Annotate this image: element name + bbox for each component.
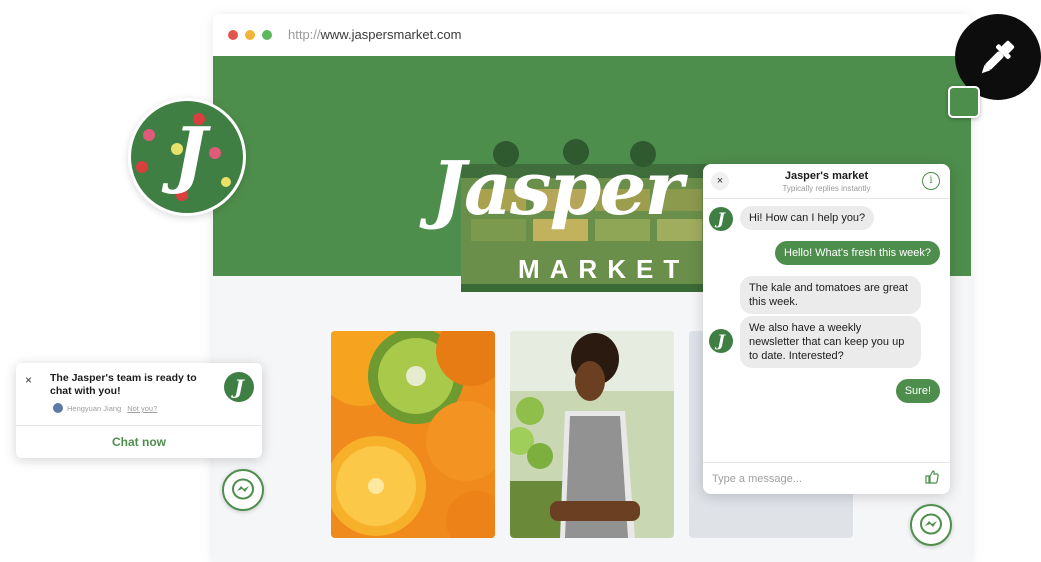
close-icon[interactable]: × bbox=[25, 373, 32, 387]
brand-avatar: J bbox=[224, 372, 254, 402]
chat-header: × Jasper's market Typically replies inst… bbox=[703, 164, 950, 199]
message-input-placeholder: Type a message... bbox=[712, 473, 802, 485]
badge-letter: J bbox=[173, 111, 208, 196]
window-maximize-dot[interactable] bbox=[262, 30, 272, 40]
messenger-icon bbox=[920, 513, 942, 535]
message-bubble: The kale and tomatoes are great this wee… bbox=[740, 276, 921, 314]
fruit-decoration bbox=[209, 147, 221, 159]
messenger-icon bbox=[232, 478, 254, 500]
message-bubble: Sure! bbox=[895, 379, 940, 403]
thumbs-up-icon[interactable] bbox=[924, 469, 940, 490]
divider bbox=[16, 425, 262, 426]
chat-invite-card: × The Jasper's team is ready to chat wit… bbox=[16, 363, 262, 458]
window-minimize-dot[interactable] bbox=[245, 30, 255, 40]
browser-titlebar: http://www.jaspersmarket.com bbox=[213, 14, 971, 56]
url-protocol: http:// bbox=[288, 27, 321, 42]
bot-avatar: J bbox=[709, 207, 733, 231]
citrus-photo bbox=[331, 331, 495, 538]
info-icon[interactable]: i bbox=[922, 172, 940, 190]
user-name: Hengyuan Jiang bbox=[67, 404, 122, 413]
shopper-photo-card[interactable] bbox=[510, 331, 674, 538]
bot-avatar: J bbox=[709, 329, 733, 353]
user-meta: Hengyuan Jiang Not you? bbox=[53, 403, 157, 413]
message-bubble: Hi! How can I help you? bbox=[740, 206, 875, 230]
color-swatch[interactable] bbox=[948, 86, 980, 118]
chat-now-button[interactable]: Chat now bbox=[16, 435, 262, 449]
fruit-decoration bbox=[221, 177, 231, 187]
messenger-chat-panel: × Jasper's market Typically replies inst… bbox=[703, 164, 950, 494]
citrus-photo-card[interactable] bbox=[331, 331, 495, 538]
fruit-decoration bbox=[143, 129, 155, 141]
url-host: www.jaspersmarket.com bbox=[320, 27, 462, 42]
hero-logo-subtitle: MARKET bbox=[518, 254, 690, 284]
chat-title: Jasper's market bbox=[784, 170, 869, 182]
window-close-dot[interactable] bbox=[228, 30, 238, 40]
message-bubble: We also have a weekly newsletter that ca… bbox=[740, 316, 921, 368]
message-bubble: Hello! What's fresh this week? bbox=[775, 241, 940, 265]
user-avatar-icon bbox=[53, 403, 63, 413]
fruit-decoration bbox=[136, 161, 148, 173]
chat-subtitle: Typically replies instantly bbox=[782, 184, 871, 193]
message-input[interactable]: Type a message... bbox=[703, 462, 950, 494]
address-bar[interactable]: http://www.jaspersmarket.com bbox=[288, 27, 461, 42]
hero-logo-word: Jasper bbox=[431, 146, 683, 232]
brand-badge: J bbox=[128, 98, 246, 216]
invite-message: The Jasper's team is ready to chat with … bbox=[50, 372, 197, 397]
not-you-link[interactable]: Not you? bbox=[127, 404, 157, 413]
messenger-button[interactable] bbox=[910, 504, 952, 546]
messenger-button[interactable] bbox=[222, 469, 264, 511]
shopper-photo bbox=[510, 331, 674, 538]
